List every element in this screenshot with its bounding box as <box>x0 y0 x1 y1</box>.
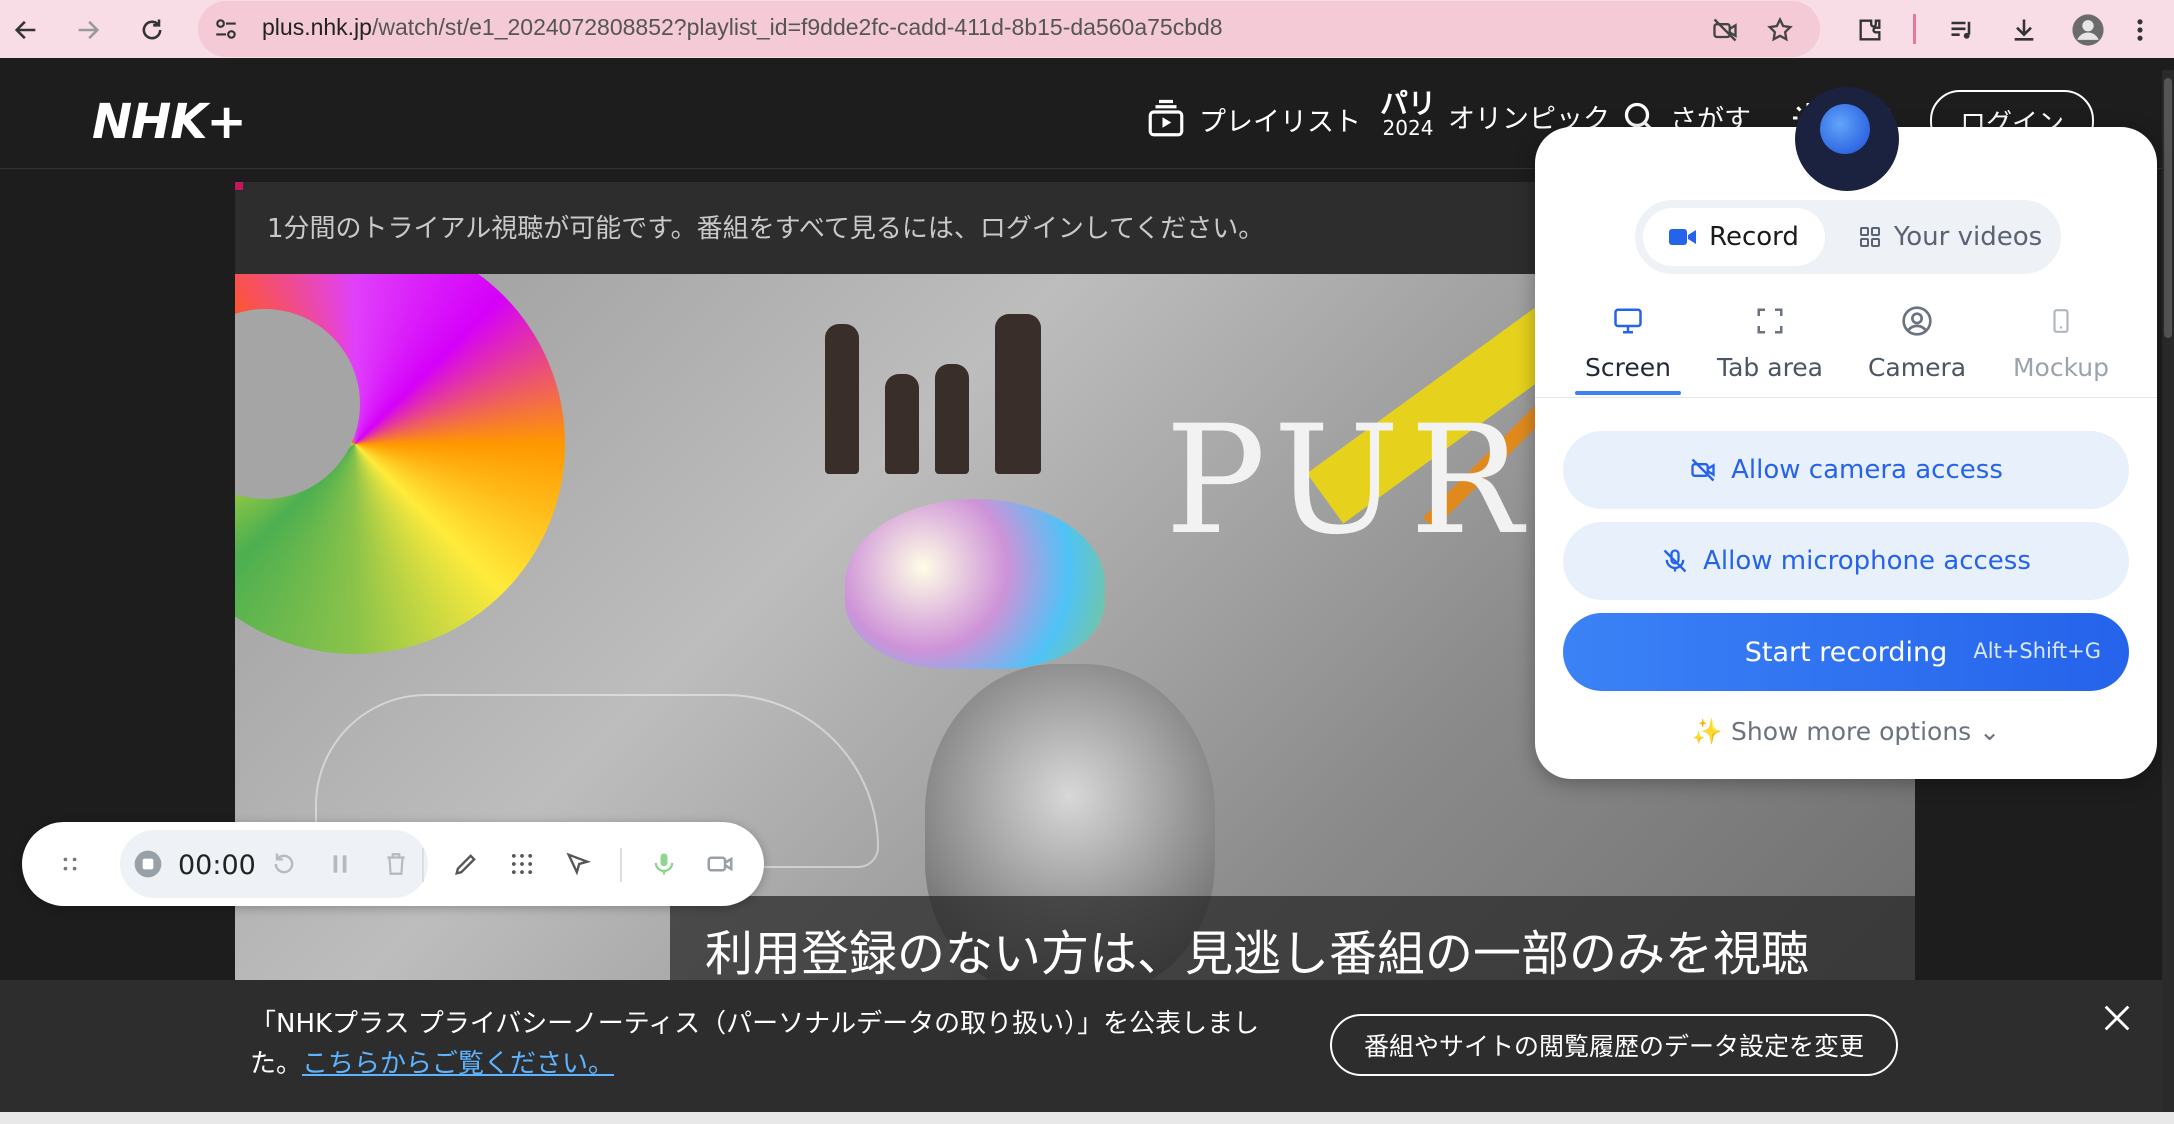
nhk-plus-logo[interactable]: NHK+ <box>92 94 247 150</box>
mode-mockup-label: Mockup <box>2012 353 2110 382</box>
trash-icon[interactable] <box>376 844 416 884</box>
nav-playlist-label: プレイリスト <box>1199 106 1361 138</box>
bookmark-star-icon[interactable] <box>1760 10 1800 50</box>
monitor-icon <box>1614 308 1642 334</box>
cursor-icon[interactable] <box>558 844 598 884</box>
mode-camera-label: Camera <box>1867 353 1967 382</box>
chevron-down-icon: ⌄ <box>1979 717 2001 746</box>
reload-icon[interactable] <box>132 10 172 50</box>
mode-screen[interactable]: Screen <box>1558 301 1698 382</box>
recording-timer: 00:00 <box>178 850 256 881</box>
stop-icon[interactable] <box>128 844 168 884</box>
video-camera-icon <box>1669 229 1697 245</box>
start-recording-button[interactable]: Start recording Alt+Shift+G <box>1563 613 2129 691</box>
allow-microphone-label: Allow microphone access <box>1703 546 2031 576</box>
privacy-settings-button[interactable]: 番組やサイトの閲覧履歴のデータ設定を変更 <box>1330 1014 1898 1076</box>
camera-blocked-icon[interactable] <box>1705 10 1745 50</box>
mode-camera[interactable]: Camera <box>1847 301 1987 382</box>
browser-toolbar: plus.nhk.jp/watch/st/e1_2024072808852?pl… <box>0 0 2174 58</box>
allow-camera-button[interactable]: Allow camera access <box>1563 431 2129 509</box>
microphone-off-icon <box>1663 549 1687 573</box>
privacy-text: 「NHKプラス プライバシーノーティス（パーソナルデータの取り扱い）」を公表しま… <box>250 1004 1280 1084</box>
close-icon[interactable] <box>2100 996 2134 1045</box>
camera-off-icon <box>1691 458 1715 482</box>
drag-handle-icon[interactable] <box>50 844 90 884</box>
pencil-icon[interactable] <box>446 844 486 884</box>
microphone-icon[interactable] <box>644 844 684 884</box>
notice-accent <box>235 182 243 190</box>
restart-icon[interactable] <box>264 844 304 884</box>
allow-camera-label: Allow camera access <box>1731 455 2003 485</box>
year-label: 2024 <box>1382 116 1434 140</box>
mode-mockup[interactable]: Mockup <box>1991 301 2131 382</box>
address-url: plus.nhk.jp/watch/st/e1_2024072808852?pl… <box>262 14 1223 41</box>
pause-icon[interactable] <box>320 844 360 884</box>
crop-area-icon <box>1757 308 1783 334</box>
tab-record[interactable]: Record <box>1643 208 1825 266</box>
paris-2024-mark: パリ 2024 <box>1380 87 1437 141</box>
forward-icon[interactable] <box>68 10 108 50</box>
holographic-brain-image <box>845 499 1105 669</box>
tab-record-label: Record <box>1709 222 1799 252</box>
browser-menu-icon[interactable] <box>2120 10 2160 50</box>
playlist-icon <box>1148 99 1184 137</box>
popup-tab-switch: Record Your videos <box>1635 200 2061 274</box>
video-overlay-text: PUR <box>1165 394 1533 568</box>
toolbar-separator <box>620 848 622 882</box>
privacy-link[interactable]: こちらからご覧ください。 <box>302 1049 614 1079</box>
recorder-toolbar: 00:00 <box>22 822 764 906</box>
user-circle-icon <box>1902 306 1932 336</box>
camera-icon[interactable] <box>700 844 740 884</box>
start-recording-shortcut: Alt+Shift+G <box>1973 639 2101 663</box>
mode-screen-label: Screen <box>1585 353 1671 382</box>
paris-label: パリ <box>1380 87 1437 120</box>
color-wheel-image <box>235 274 565 654</box>
active-mode-indicator <box>1575 391 1681 395</box>
scrollbar-thumb[interactable] <box>2164 78 2172 338</box>
toolbar-divider <box>1913 14 1916 44</box>
sparkles-icon: ✨ <box>1691 717 1724 746</box>
media-queue-icon[interactable] <box>1942 10 1982 50</box>
nav-playlist[interactable]: プレイリスト <box>1145 98 1361 140</box>
download-icon[interactable] <box>2004 10 2044 50</box>
mode-tab-area-label: Tab area <box>1716 353 1824 382</box>
profile-avatar-icon[interactable] <box>2068 10 2108 50</box>
allow-microphone-button[interactable]: Allow microphone access <box>1563 522 2129 600</box>
show-more-options[interactable]: ✨ Show more options ⌄ <box>1535 717 2157 747</box>
toolbar-separator <box>422 848 424 882</box>
tab-videos-label: Your videos <box>1893 222 2043 252</box>
recorder-popup: Record Your videos Screen Tab area Camer… <box>1535 127 2157 779</box>
phone-icon <box>2053 309 2069 333</box>
back-icon[interactable] <box>6 10 46 50</box>
show-more-label: Show more options <box>1731 717 1972 746</box>
popup-divider <box>1535 397 2157 398</box>
video-subtitle: 利用登録のない方は、見逃し番組の一部のみを視聴 <box>705 926 1810 980</box>
vintage-figures-image <box>815 294 1065 474</box>
extensions-icon[interactable] <box>1850 10 1890 50</box>
grid-icon <box>1859 227 1880 247</box>
page-bottom-strip <box>0 1112 2174 1124</box>
url-path: /watch/st/e1_2024072808852?playlist_id=f… <box>371 14 1223 40</box>
camera-bubble-indicator <box>1820 104 1870 154</box>
tab-your-videos[interactable]: Your videos <box>1845 208 2055 266</box>
mode-tab-area[interactable]: Tab area <box>1700 301 1840 382</box>
url-host: plus.nhk.jp <box>262 14 372 40</box>
blur-grid-icon[interactable] <box>502 844 542 884</box>
site-info-icon[interactable] <box>208 12 244 46</box>
